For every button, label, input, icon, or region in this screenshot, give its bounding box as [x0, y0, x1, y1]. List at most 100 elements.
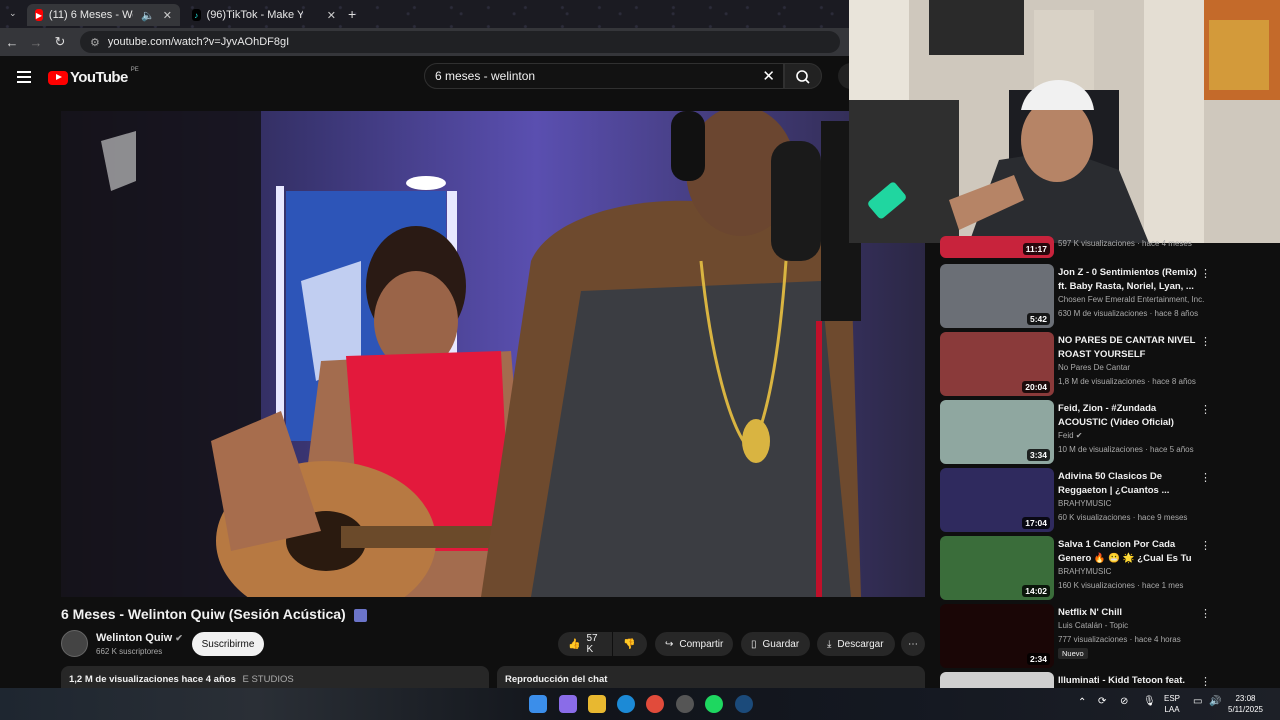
channel-name[interactable]: Luis Catalán - Topic	[1058, 621, 1128, 630]
tab-close-icon[interactable]: ✕	[327, 9, 336, 22]
channel-name-text: Feid	[1058, 431, 1074, 440]
video-player[interactable]	[61, 111, 925, 597]
video-meta: 777 visualizaciones · hace 4 horas	[1058, 635, 1181, 644]
list-item[interactable]: 14:02 Salva 1 Cancion Por Cada Genero 🔥 …	[940, 536, 1220, 600]
video-thumbnail	[940, 672, 1054, 688]
like-button[interactable]: 👍 57 K	[558, 632, 612, 656]
share-label: Compartir	[679, 638, 724, 650]
country-code: PE	[130, 66, 139, 73]
tab-list-chevron-icon[interactable]: ⌄	[9, 8, 17, 19]
search-button[interactable]	[784, 63, 822, 89]
list-item[interactable]: 3:34 Feid, Zion - #Zundada ACOUSTIC (Vid…	[940, 400, 1220, 464]
video-title: Feid, Zion - #Zundada ACOUSTIC (Video Of…	[1058, 403, 1174, 428]
url-field[interactable]: ⚙ youtube.com/watch?v=JyvAOhDF8gI	[80, 31, 840, 53]
video-meta: 1,8 M de visualizaciones · hace 8 años	[1058, 377, 1196, 386]
reload-icon[interactable]: ↻	[48, 34, 72, 50]
youtube-logo[interactable]: YouTube PE	[48, 66, 139, 86]
video-thumbnail: 14:02	[940, 536, 1054, 600]
mute-icon[interactable]: ⊘	[1120, 696, 1128, 707]
save-button[interactable]: ▯ Guardar	[741, 632, 810, 656]
more-icon[interactable]: ⋮	[1200, 607, 1211, 620]
download-icon: ⤓	[827, 638, 832, 650]
duration-badge: 2:34	[1026, 653, 1050, 665]
tab-title: (96)TikTok - Make Your Day	[206, 9, 303, 21]
obs-icon[interactable]	[676, 695, 694, 713]
language-indicator[interactable]: ESP LAA	[1164, 693, 1180, 715]
edge-icon[interactable]	[617, 695, 635, 713]
webcam-frame	[849, 0, 1280, 243]
dislike-button[interactable]: 👎	[613, 632, 647, 656]
video-meta: 60 K visualizaciones · hace 9 meses	[1058, 513, 1188, 522]
channel-name[interactable]: BRAHYMUSIC	[1058, 499, 1111, 508]
channel-name[interactable]: Welinton Quiw ✔	[96, 632, 183, 644]
tab-youtube[interactable]: ▶ (11) 6 Meses - Welinton Q 🔈 ✕	[27, 4, 180, 26]
list-item[interactable]: 17:04 Adivina 50 Clasicos De Reggaeton |…	[940, 468, 1220, 532]
more-icon[interactable]: ⋮	[1200, 471, 1211, 484]
steam-icon[interactable]	[735, 695, 753, 713]
list-item[interactable]: 11:17 597 K visualizaciones · hace 4 mes…	[940, 236, 1220, 258]
channel-name[interactable]: No Pares De Cantar	[1058, 363, 1130, 372]
chrome-icon[interactable]	[646, 695, 664, 713]
tab-title: (11) 6 Meses - Welinton Q	[48, 9, 133, 21]
clock[interactable]: 23:08 5/11/2025	[1228, 693, 1263, 715]
list-item[interactable]: Illuminati - Kidd Tetoon feat. ⋮	[940, 672, 1220, 688]
clock-date: 5/11/2025	[1228, 705, 1263, 714]
youtube-header: YouTube PE 6 meses - welinton ✕	[0, 56, 864, 98]
video-tag[interactable]: E STUDIOS	[243, 674, 294, 685]
tray-chevron-icon[interactable]: ⌃	[1078, 697, 1086, 708]
volume-icon[interactable]: 🔊	[1209, 696, 1221, 707]
more-icon[interactable]: ⋮	[1200, 267, 1211, 280]
more-icon[interactable]: ⋮	[1200, 335, 1211, 348]
duration-badge: 20:04	[1022, 381, 1050, 393]
download-button[interactable]: ⤓ Descargar	[817, 632, 895, 656]
video-title: Netflix N' Chill	[1058, 607, 1123, 618]
save-label: Guardar	[762, 638, 800, 650]
list-item[interactable]: 2:34 Netflix N' Chill Luis Catalán - Top…	[940, 604, 1220, 668]
channel-avatar[interactable]	[61, 630, 88, 657]
channel-name[interactable]: BRAHYMUSIC	[1058, 567, 1111, 576]
more-actions-button[interactable]: ⋯	[901, 632, 925, 656]
more-icon[interactable]: ⋮	[1200, 675, 1211, 688]
channel-name[interactable]: Chosen Few Emerald Entertainment, Inc.	[1058, 295, 1204, 304]
new-tab-button[interactable]: +	[348, 6, 356, 22]
subscriber-count: 662 K suscriptores	[96, 647, 163, 656]
duration-badge: 11:17	[1022, 243, 1050, 255]
list-item[interactable]: 5:42 Jon Z - 0 Sentimientos (Remix) ft. …	[940, 264, 1220, 328]
spotify-icon[interactable]	[705, 695, 723, 713]
network-icon[interactable]: ▭	[1193, 696, 1202, 707]
tab-tiktok[interactable]: ♪ (96)TikTok - Make Your Day ✕	[184, 4, 344, 26]
video-title: Adivina 50 Clasicos De Reggaeton | ¿Cuan…	[1058, 471, 1170, 496]
forward-icon[interactable]: →	[24, 35, 48, 50]
address-bar-row: ← → ↻ ⚙ youtube.com/watch?v=JyvAOhDF8gI	[0, 28, 850, 56]
site-info-icon[interactable]: ⚙	[90, 36, 100, 49]
more-icon[interactable]: ⋮	[1200, 403, 1211, 416]
tab-close-icon[interactable]: ✕	[163, 9, 172, 22]
tray-app-icon[interactable]: ⟳	[1098, 696, 1106, 707]
copilot-icon[interactable]	[559, 695, 577, 713]
more-icon[interactable]: ⋮	[1200, 539, 1211, 552]
thumbs-up-icon: 👍	[568, 638, 581, 650]
duration-badge: 14:02	[1022, 585, 1050, 597]
keyboard-layout: LAA	[1164, 705, 1180, 714]
clear-search-icon[interactable]: ✕	[762, 67, 775, 85]
subscribe-button[interactable]: Suscribirme	[192, 632, 264, 656]
start-icon[interactable]	[529, 695, 547, 713]
mic-icon[interactable]: 🎙	[1143, 696, 1156, 707]
verified-icon: ✔	[175, 633, 183, 643]
language-code: ESP	[1164, 694, 1181, 703]
search-input[interactable]: 6 meses - welinton ✕	[424, 63, 784, 89]
video-title: Jon Z - 0 Sentimientos (Remix) ft. Baby …	[1058, 267, 1197, 292]
video-thumbnail: 11:17	[940, 236, 1054, 258]
menu-icon[interactable]	[17, 71, 31, 86]
list-item[interactable]: 20:04 NO PARES DE CANTAR NIVEL ROAST YOU…	[940, 332, 1220, 396]
video-thumbnail: 2:34	[940, 604, 1054, 668]
video-title: 6 Meses - Welinton Quiw (Sesión Acústica…	[61, 606, 367, 622]
youtube-favicon-icon: ▶	[35, 9, 43, 21]
file-explorer-icon[interactable]	[588, 695, 606, 713]
clock-time: 23:08	[1235, 694, 1256, 703]
back-icon[interactable]: ←	[0, 35, 24, 50]
video-thumbnail: 5:42	[940, 264, 1054, 328]
chat-replay-label: Reproducción del chat	[505, 674, 608, 685]
channel-name[interactable]: Feid ✔	[1058, 431, 1083, 440]
share-button[interactable]: ↪ Compartir	[655, 632, 733, 656]
